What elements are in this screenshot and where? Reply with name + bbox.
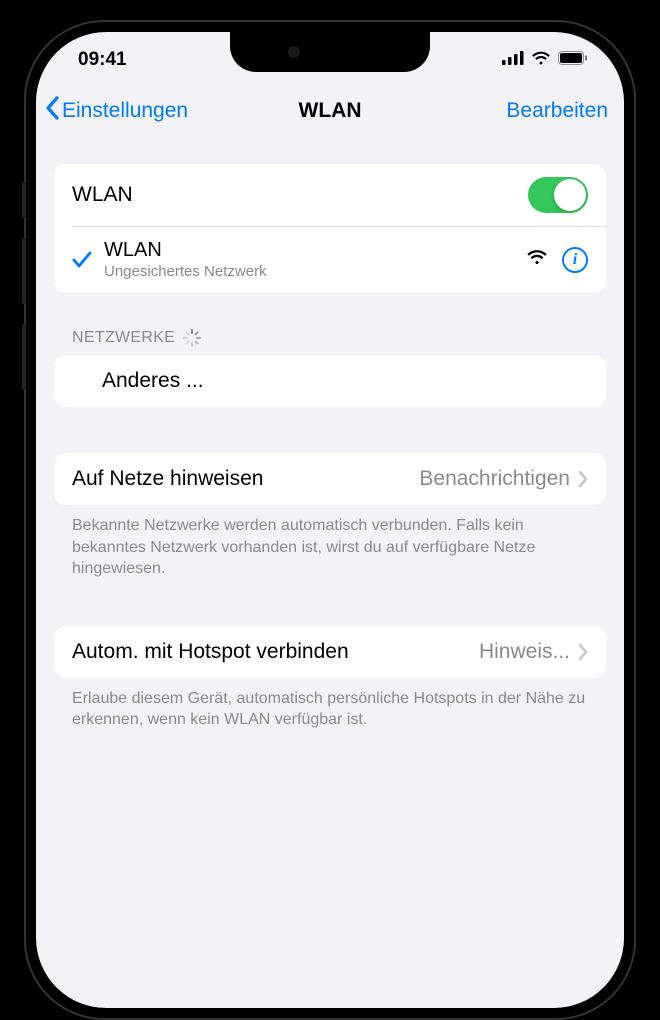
nav-bar: Einstellungen WLAN Bearbeiten (36, 88, 624, 138)
network-name: WLAN (104, 239, 526, 262)
spinner-icon (183, 329, 201, 347)
hotspot-value: Hinweis... (479, 640, 570, 664)
wlan-toggle-label: WLAN (72, 183, 528, 207)
ask-label: Auf Netze hinweisen (72, 467, 419, 491)
phone-frame: 09:41 Einstellungen WLAN (24, 20, 636, 1020)
chevron-right-icon (578, 466, 588, 492)
ask-group: Auf Netze hinweisen Benachrichtigen (54, 453, 606, 505)
wlan-group: WLAN WLAN Ungesichertes Netzwerk i (54, 164, 606, 293)
networks-group: Anderes ... (54, 355, 606, 407)
device-notch (230, 32, 430, 72)
connected-network-cell[interactable]: WLAN Ungesichertes Netzwerk i (54, 226, 606, 293)
info-icon[interactable]: i (562, 247, 588, 273)
cellular-icon (502, 49, 524, 71)
wlan-toggle[interactable] (528, 177, 588, 213)
ask-value: Benachrichtigen (419, 467, 570, 491)
other-network-label: Anderes ... (102, 369, 588, 393)
wifi-icon (531, 49, 551, 71)
networks-header: NETZWERKE (54, 329, 606, 347)
networks-header-label: NETZWERKE (72, 329, 175, 347)
status-time: 09:41 (78, 49, 127, 71)
other-network-cell[interactable]: Anderes ... (54, 355, 606, 407)
chevron-right-icon (578, 639, 588, 665)
ask-to-join-cell[interactable]: Auf Netze hinweisen Benachrichtigen (54, 453, 606, 505)
page-title: WLAN (299, 99, 362, 123)
wifi-strength-icon (526, 249, 548, 270)
wlan-toggle-cell[interactable]: WLAN (54, 164, 606, 226)
battery-icon (558, 49, 588, 71)
chevron-left-icon (44, 96, 60, 126)
ask-footer: Bekannte Netzwerke werden automatisch ve… (54, 505, 606, 580)
hotspot-footer: Erlaube diesem Gerät, automatisch persön… (54, 678, 606, 731)
network-security: Ungesichertes Netzwerk (104, 263, 526, 280)
back-label: Einstellungen (62, 99, 188, 123)
checkmark-icon (72, 251, 98, 269)
back-button[interactable]: Einstellungen (44, 96, 188, 126)
edit-button[interactable]: Bearbeiten (506, 99, 608, 123)
auto-hotspot-cell[interactable]: Autom. mit Hotspot verbinden Hinweis... (54, 626, 606, 678)
hotspot-label: Autom. mit Hotspot verbinden (72, 640, 349, 664)
hotspot-group: Autom. mit Hotspot verbinden Hinweis... (54, 626, 606, 678)
